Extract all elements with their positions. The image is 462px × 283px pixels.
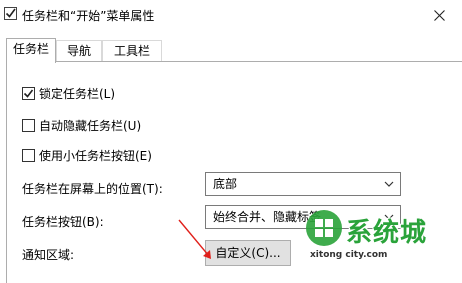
lock-taskbar-label: 锁定任务栏(L) — [39, 87, 116, 101]
customize-button[interactable]: 自定义(C)... — [205, 240, 291, 266]
checkmark-icon — [23, 89, 34, 98]
chevron-down-icon — [384, 181, 394, 187]
annotation-arrow-icon — [178, 219, 211, 259]
taskbar-buttons-value: 始终合并、隐藏标签 — [213, 210, 322, 224]
tab-strip: 任务栏 导航 工具栏 — [0, 38, 462, 63]
chevron-down-icon — [384, 214, 394, 220]
taskbar-buttons-label: 任务栏按钮(B): — [22, 215, 104, 229]
auto-hide-option[interactable]: 自动隐藏任务栏(U) — [22, 117, 141, 134]
tab-taskbar[interactable]: 任务栏 — [6, 38, 56, 63]
lock-taskbar-option[interactable]: 锁定任务栏(L) — [22, 85, 115, 102]
small-buttons-checkbox[interactable] — [22, 149, 35, 162]
close-button[interactable] — [416, 0, 462, 30]
auto-hide-label: 自动隐藏任务栏(U) — [39, 119, 142, 133]
lock-taskbar-checkbox[interactable] — [22, 87, 35, 100]
close-icon — [433, 9, 445, 21]
taskbar-position-value: 底部 — [213, 177, 238, 191]
small-buttons-label: 使用小任务栏按钮(E) — [39, 149, 152, 163]
notification-area-label: 通知区域: — [22, 248, 75, 262]
taskbar-buttons-select[interactable]: 始终合并、隐藏标签 — [205, 205, 401, 229]
title-bar: 任务栏和“开始”菜单属性 — [0, 0, 462, 30]
tab-navigation[interactable]: 导航 — [56, 40, 102, 62]
tab-toolbars[interactable]: 工具栏 — [102, 40, 162, 62]
small-buttons-option[interactable]: 使用小任务栏按钮(E) — [22, 147, 152, 164]
auto-hide-checkbox[interactable] — [22, 119, 35, 132]
taskbar-position-label: 任务栏在屏幕上的位置(T): — [22, 182, 163, 196]
window-title: 任务栏和“开始”菜单属性 — [22, 9, 155, 23]
taskbar-position-select[interactable]: 底部 — [205, 172, 401, 196]
app-checkbox-icon — [4, 7, 17, 20]
